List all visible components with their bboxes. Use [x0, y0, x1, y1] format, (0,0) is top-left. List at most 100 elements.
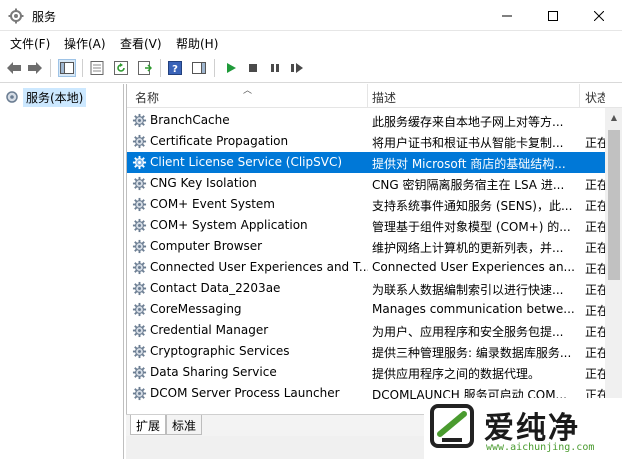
svg-text:?: ?	[172, 64, 178, 75]
service-description: 提供应用程序之间的数据代理。	[372, 367, 541, 381]
play-icon	[227, 63, 236, 73]
forward-button[interactable]	[26, 59, 44, 77]
service-gear-icon	[132, 386, 147, 401]
table-row[interactable]: Contact Data_2203ae 为联系人数据编制索引以进行快速... 正在	[127, 278, 605, 299]
tab-standard[interactable]: 标准	[166, 415, 203, 435]
service-description: Connected User Experiences an...	[372, 260, 575, 274]
watermark: 爱纯净 www.aichunjing.com	[424, 398, 622, 459]
services-list: ︿ 名称 描述 状态 BranchCache 此服务缓存来自本地子网上对等方...…	[126, 84, 622, 414]
pause-service-button[interactable]	[266, 59, 284, 77]
title-bar: 服务	[0, 0, 622, 31]
vertical-scrollbar[interactable]: ▲	[605, 108, 622, 414]
service-status: 正在	[585, 304, 605, 318]
menu-help[interactable]: 帮助(H)	[176, 35, 218, 52]
table-row[interactable]: Client License Service (ClipSVC) 提供对 Micr…	[127, 152, 605, 173]
table-row[interactable]: COM+ System Application 管理基于组件对象模型 (COM+)…	[127, 215, 605, 236]
action-pane-icon	[192, 62, 206, 74]
console-tree: 服务(本地)	[0, 84, 124, 459]
table-row[interactable]: Connected User Experiences and T... Conne…	[127, 257, 605, 278]
service-description: 将用户证书和根证书从智能卡复制...	[372, 136, 564, 150]
service-description: 管理基于组件对象模型 (COM+) 的...	[372, 220, 571, 234]
show-hide-action-pane-button[interactable]	[190, 59, 208, 77]
restart-icon	[291, 63, 303, 73]
watermark-url: www.aichunjing.com	[486, 442, 595, 453]
service-gear-icon	[132, 134, 147, 149]
tree-item-label: 服务(本地)	[23, 87, 87, 107]
refresh-icon	[114, 61, 128, 75]
export-list-icon	[138, 61, 152, 75]
service-name: Data Sharing Service	[150, 365, 277, 379]
service-name: Certificate Propagation	[150, 134, 289, 148]
refresh-button[interactable]	[112, 59, 130, 77]
service-status: 正在	[585, 325, 605, 339]
service-gear-icon	[132, 260, 147, 275]
service-gear-icon	[132, 197, 147, 212]
service-name: Credential Manager	[150, 323, 269, 337]
service-name: Client License Service (ClipSVC)	[150, 155, 343, 169]
stop-service-button[interactable]	[244, 59, 262, 77]
window-title: 服务	[32, 10, 57, 24]
toolbar-separator	[160, 59, 161, 77]
sort-ascending-icon: ︿	[243, 86, 253, 96]
table-row[interactable]: CoreMessaging Manages communication betwe…	[127, 299, 605, 320]
close-icon	[594, 10, 604, 21]
service-gear-icon	[132, 323, 147, 338]
back-button[interactable]	[5, 59, 23, 77]
service-name: BranchCache	[150, 113, 230, 127]
table-row[interactable]: Computer Browser 维护网络上计算机的更新列表，并... 正在	[127, 236, 605, 257]
menu-action[interactable]: 操作(A)	[64, 35, 106, 52]
service-status: 正在	[585, 367, 605, 381]
tab-extended[interactable]: 扩展	[130, 415, 167, 435]
toolbar: ?	[0, 53, 622, 83]
close-button[interactable]	[576, 0, 622, 31]
scroll-up-arrow-icon[interactable]: ▲	[605, 108, 622, 126]
service-status: 正在	[585, 262, 605, 276]
services-app-icon	[8, 8, 24, 24]
service-gear-icon	[132, 155, 147, 170]
service-gear-icon	[132, 302, 147, 317]
column-divider[interactable]	[367, 84, 368, 108]
restart-service-button[interactable]	[288, 59, 306, 77]
column-header-row: ︿ 名称 描述 状态	[127, 84, 622, 108]
service-description: 提供对 Microsoft 商店的基础结构...	[372, 157, 566, 171]
table-row[interactable]: Data Sharing Service 提供应用程序之间的数据代理。 正在	[127, 362, 605, 383]
help-button[interactable]: ?	[166, 59, 184, 77]
service-status: 正在	[585, 199, 605, 213]
forward-arrow-icon	[28, 62, 42, 74]
properties-icon	[90, 61, 104, 75]
column-header-name[interactable]: 名称	[135, 89, 159, 106]
service-gear-icon	[132, 113, 147, 128]
tree-item-services-local[interactable]: 服务(本地)	[4, 87, 87, 107]
service-description: CNG 密钥隔离服务宿主在 LSA 进...	[372, 178, 565, 192]
aichunjing-logo-icon	[430, 404, 474, 448]
menu-view[interactable]: 查看(V)	[120, 35, 162, 52]
service-description: 为用户、应用程序和安全服务包提...	[372, 325, 564, 339]
column-divider[interactable]	[579, 84, 580, 108]
service-gear-icon	[132, 365, 147, 380]
table-row[interactable]: BranchCache 此服务缓存来自本地子网上对等方...	[127, 110, 605, 131]
minimize-button[interactable]	[484, 0, 530, 31]
stop-icon	[249, 64, 257, 72]
show-hide-console-tree-button[interactable]	[58, 59, 76, 77]
start-service-button[interactable]	[222, 59, 240, 77]
table-row[interactable]: Certificate Propagation 将用户证书和根证书从智能卡复制..…	[127, 131, 605, 152]
service-description: 此服务缓存来自本地子网上对等方...	[372, 115, 564, 129]
table-row[interactable]: Cryptographic Services 提供三种管理服务: 编录数据库服务.…	[127, 341, 605, 362]
maximize-button[interactable]	[530, 0, 576, 31]
minimize-icon	[502, 15, 512, 16]
table-row[interactable]: Credential Manager 为用户、应用程序和安全服务包提... 正在	[127, 320, 605, 341]
column-header-status[interactable]: 状态	[585, 89, 605, 106]
table-row[interactable]: COM+ Event System 支持系统事件通知服务 (SENS)，此... 正…	[127, 194, 605, 215]
service-name: DCOM Server Process Launcher	[150, 386, 340, 400]
column-header-description[interactable]: 描述	[372, 89, 396, 106]
service-status: 正在	[585, 346, 605, 360]
scrollbar-thumb[interactable]	[608, 130, 620, 280]
properties-button[interactable]	[88, 59, 106, 77]
console-tree-icon	[60, 62, 74, 74]
service-description: 支持系统事件通知服务 (SENS)，此...	[372, 199, 573, 213]
back-arrow-icon	[7, 62, 21, 74]
menu-file[interactable]: 文件(F)	[10, 35, 50, 52]
table-row[interactable]: CNG Key Isolation CNG 密钥隔离服务宿主在 LSA 进... 正…	[127, 173, 605, 194]
services-gear-icon	[6, 91, 18, 103]
export-list-button[interactable]	[136, 59, 154, 77]
